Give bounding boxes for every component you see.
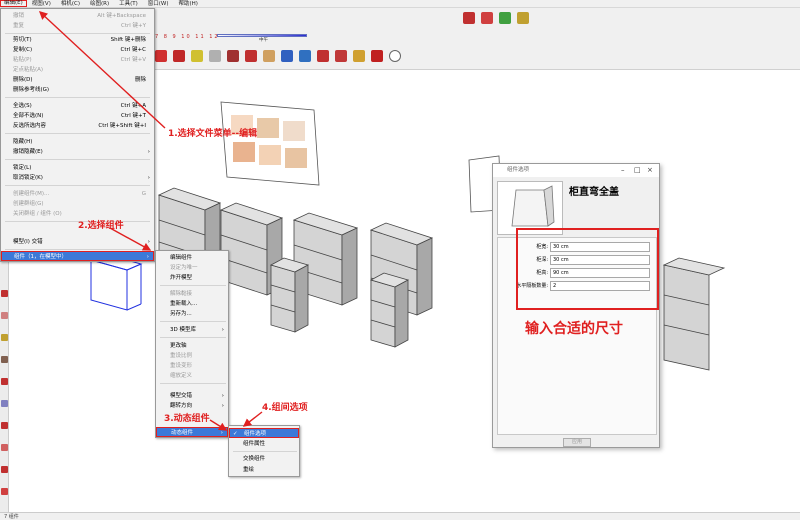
annotation-arrows <box>38 11 263 431</box>
status-bar: 7 组件 <box>0 512 800 520</box>
